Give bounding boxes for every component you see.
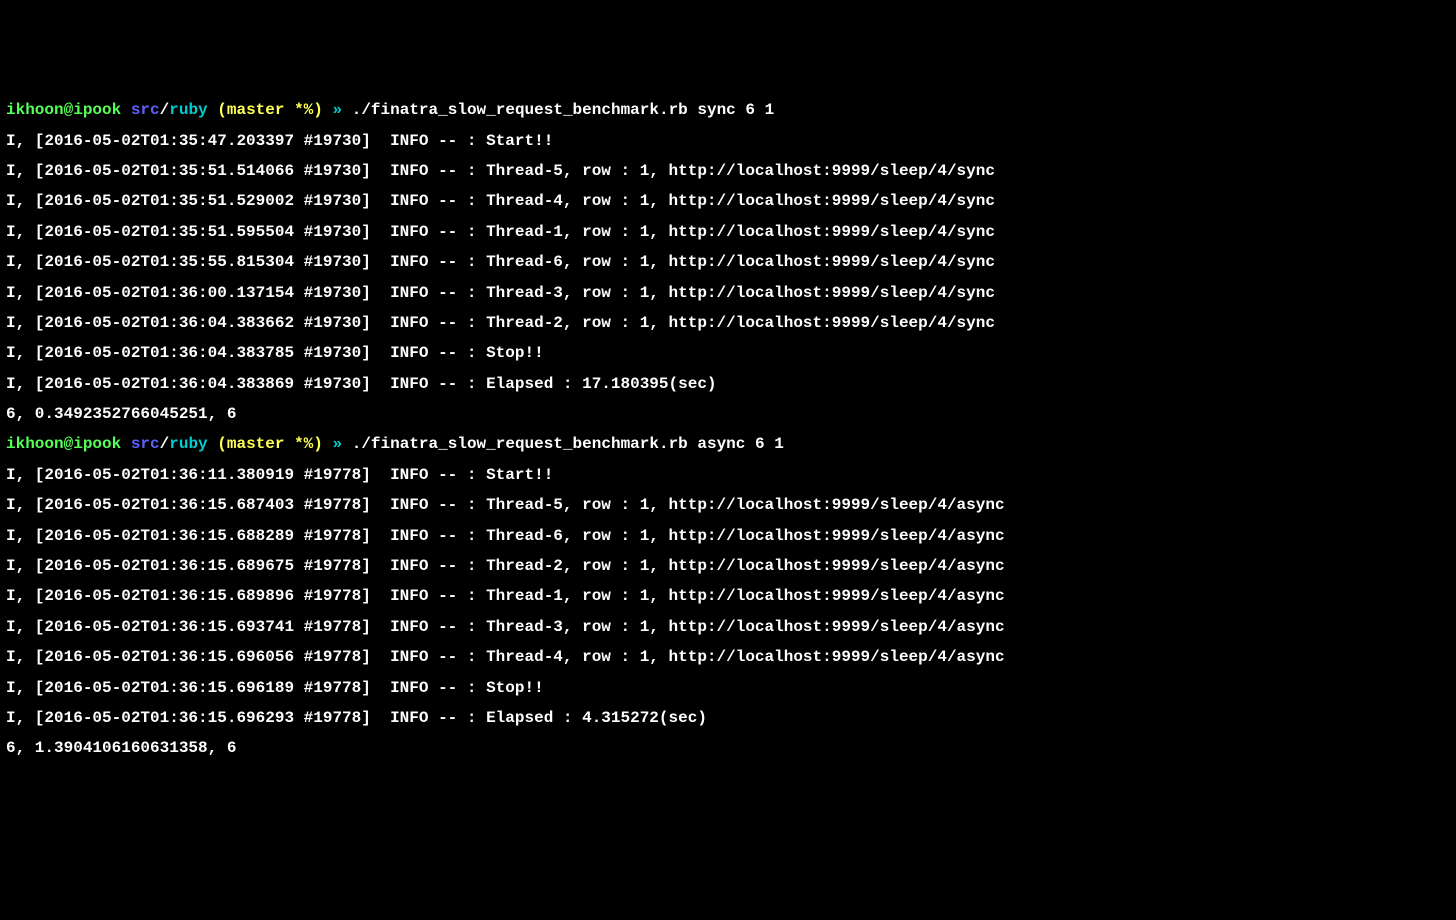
terminal-output[interactable]: ikhoon@ipook src/ruby (master *%) » ./fi… [6,95,1450,764]
log-line: I, [2016-05-02T01:36:00.137154 #19730] I… [6,278,1450,308]
log-line: I, [2016-05-02T01:35:51.514066 #19730] I… [6,156,1450,186]
log-line: 6, 0.3492352766045251, 6 [6,399,1450,429]
prompt-path-ruby: ruby [169,435,207,453]
log-line: I, [2016-05-02T01:36:15.689896 #19778] I… [6,581,1450,611]
prompt-slash: / [160,101,170,119]
log-line: I, [2016-05-02T01:36:15.689675 #19778] I… [6,551,1450,581]
log-line: I, [2016-05-02T01:35:51.529002 #19730] I… [6,186,1450,216]
log-line: I, [2016-05-02T01:36:15.688289 #19778] I… [6,521,1450,551]
prompt-branch: (master *%) [217,435,323,453]
prompt-userhost: ikhoon@ipook [6,101,121,119]
prompt-chevron: » [333,435,343,453]
log-line: I, [2016-05-02T01:35:55.815304 #19730] I… [6,247,1450,277]
prompt-line: ikhoon@ipook src/ruby (master *%) » ./fi… [6,95,1450,125]
log-line: I, [2016-05-02T01:35:47.203397 #19730] I… [6,126,1450,156]
prompt-path-ruby: ruby [169,101,207,119]
log-line: I, [2016-05-02T01:36:15.696293 #19778] I… [6,703,1450,733]
log-line: I, [2016-05-02T01:36:04.383869 #19730] I… [6,369,1450,399]
prompt-slash: / [160,435,170,453]
log-line: I, [2016-05-02T01:36:04.383785 #19730] I… [6,338,1450,368]
prompt-path-src: src [131,101,160,119]
prompt-line: ikhoon@ipook src/ruby (master *%) » ./fi… [6,429,1450,459]
prompt-branch: (master *%) [217,101,323,119]
log-line: I, [2016-05-02T01:36:11.380919 #19778] I… [6,460,1450,490]
log-line: I, [2016-05-02T01:36:15.696189 #19778] I… [6,673,1450,703]
log-line: I, [2016-05-02T01:36:15.696056 #19778] I… [6,642,1450,672]
prompt-path-src: src [131,435,160,453]
prompt-userhost: ikhoon@ipook [6,435,121,453]
log-line: I, [2016-05-02T01:36:15.687403 #19778] I… [6,490,1450,520]
log-line: I, [2016-05-02T01:36:04.383662 #19730] I… [6,308,1450,338]
command-text: ./finatra_slow_request_benchmark.rb asyn… [352,435,784,453]
log-line: I, [2016-05-02T01:35:51.595504 #19730] I… [6,217,1450,247]
log-line: I, [2016-05-02T01:36:15.693741 #19778] I… [6,612,1450,642]
log-line: 6, 1.3904106160631358, 6 [6,733,1450,763]
command-text: ./finatra_slow_request_benchmark.rb sync… [352,101,774,119]
prompt-chevron: » [333,101,343,119]
